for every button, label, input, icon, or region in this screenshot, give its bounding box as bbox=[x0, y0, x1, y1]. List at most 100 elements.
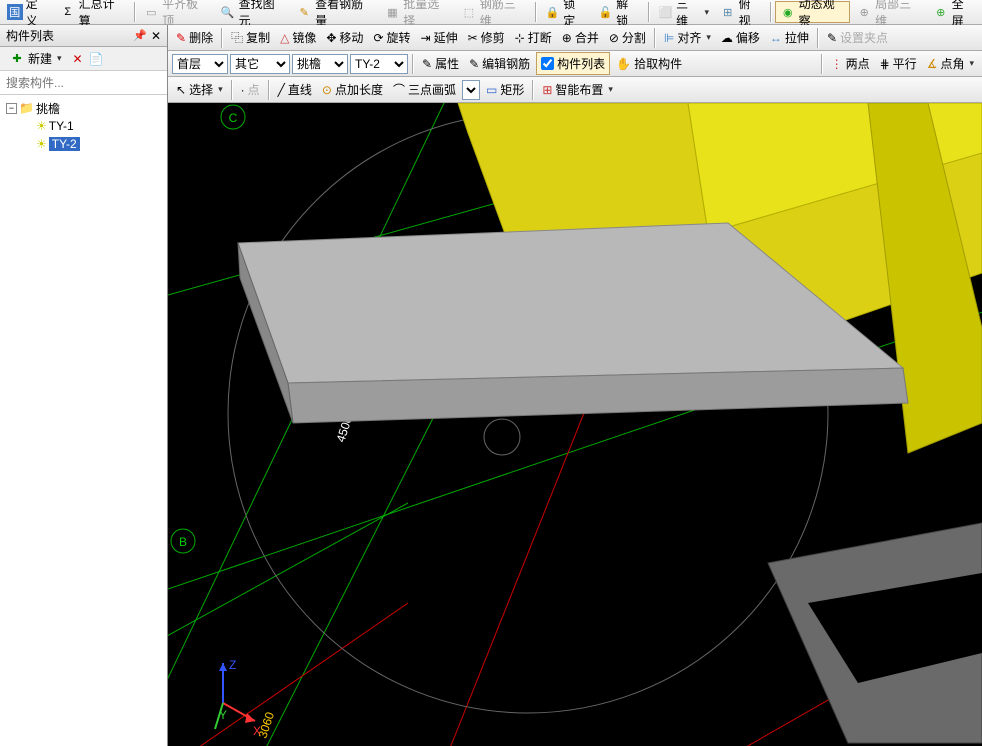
break-icon: ⊹ bbox=[515, 31, 525, 45]
smart-button[interactable]: ⊞智能布置 bbox=[538, 79, 617, 101]
label: 复制 bbox=[246, 29, 270, 46]
pointangle-button[interactable]: ∡点角 bbox=[923, 53, 978, 75]
delete-button[interactable]: ✎删除 bbox=[172, 27, 217, 49]
copy-icon: ⿻ bbox=[231, 29, 243, 46]
floor-select[interactable]: 首层 bbox=[172, 54, 228, 74]
unlock-button[interactable]: 🔓解锁 bbox=[593, 1, 645, 23]
delete-component-icon[interactable]: ✕ bbox=[73, 52, 83, 66]
define-button[interactable]: 国定义 bbox=[2, 1, 54, 23]
view3d-button[interactable]: ⬜三维 bbox=[653, 1, 714, 23]
props-button[interactable]: ✎属性 bbox=[418, 53, 463, 75]
point-button[interactable]: ·点 bbox=[237, 79, 264, 101]
align-icon: ⊫ bbox=[664, 31, 674, 45]
threearc-button[interactable]: ⌒三点画弧 bbox=[389, 79, 460, 101]
arclen-icon: ⊙ bbox=[322, 83, 332, 97]
lock-button[interactable]: 🔒锁定 bbox=[540, 1, 592, 23]
search-icon: 🔍 bbox=[220, 4, 236, 20]
type-select[interactable]: 其它 bbox=[230, 54, 290, 74]
search-input[interactable] bbox=[2, 74, 165, 92]
complist-toggle[interactable]: 构件列表 bbox=[536, 52, 610, 75]
label: 打断 bbox=[528, 29, 552, 46]
tree-root-label: 挑檐 bbox=[36, 100, 60, 117]
separator bbox=[535, 2, 537, 22]
label: 矩形 bbox=[500, 81, 524, 98]
merge-button[interactable]: ⊕合并 bbox=[558, 27, 603, 49]
select-button[interactable]: ↖选择 bbox=[172, 79, 227, 101]
node-icon: ☀ bbox=[36, 119, 47, 133]
pin-icon[interactable]: 📌 bbox=[133, 29, 147, 43]
findview-button[interactable]: 🔍查找图元 bbox=[215, 1, 290, 23]
collapse-icon[interactable]: − bbox=[6, 103, 17, 114]
label: 属性 bbox=[435, 55, 459, 72]
edit-toolbar: ✎删除 ⿻复制 △镜像 ✥移动 ⟳旋转 ⇥延伸 ✂修剪 ⊹打断 ⊕合并 ⊘分割 … bbox=[168, 25, 982, 51]
close-panel-icon[interactable]: ✕ bbox=[151, 29, 161, 43]
new-icon: ✚ bbox=[9, 51, 25, 67]
aligntop-button[interactable]: ▭平齐板顶 bbox=[139, 1, 214, 23]
label: 拉伸 bbox=[785, 29, 809, 46]
axis-c-label: C bbox=[229, 111, 238, 125]
arc-select[interactable] bbox=[462, 80, 480, 100]
stretch-button[interactable]: ↔拉伸 bbox=[766, 27, 813, 49]
tree-item-label: TY-1 bbox=[49, 119, 74, 133]
component-tree: − 📁 挑檐 ☀ TY-1 ☀ TY-2 bbox=[0, 95, 167, 746]
rotate-button[interactable]: ⟳旋转 bbox=[369, 27, 414, 49]
orbit-button[interactable]: ◉动态观察 bbox=[775, 1, 850, 23]
new-component-button[interactable]: ✚新建 bbox=[4, 48, 67, 70]
tree-item[interactable]: ☀ TY-2 bbox=[2, 135, 165, 153]
label: 智能布置 bbox=[555, 81, 603, 98]
label: 修剪 bbox=[481, 29, 505, 46]
pick-button[interactable]: ✋拾取构件 bbox=[612, 53, 686, 75]
copy-button[interactable]: ⿻复制 bbox=[227, 27, 274, 49]
arclen-button[interactable]: ⊙点加长度 bbox=[318, 79, 387, 101]
copy-component-icon[interactable]: 📄 bbox=[89, 52, 104, 66]
tree-item[interactable]: ☀ TY-1 bbox=[2, 117, 165, 135]
topview-icon: ⊞ bbox=[720, 4, 736, 20]
line-button[interactable]: ╱直线 bbox=[274, 79, 316, 101]
label: 分割 bbox=[622, 29, 646, 46]
rebar3d-button[interactable]: ⬚钢筋三维 bbox=[456, 1, 531, 23]
move-icon: ✥ bbox=[326, 31, 336, 45]
mirror-icon: △ bbox=[280, 31, 289, 45]
editrebar-button[interactable]: ✎编辑钢筋 bbox=[465, 53, 534, 75]
sumcalc-button[interactable]: Σ汇总计算 bbox=[55, 1, 130, 23]
separator bbox=[770, 2, 772, 22]
gizmo-y: Y bbox=[219, 708, 227, 722]
fullscreen-icon: ⊕ bbox=[933, 4, 949, 20]
viewrebar-button[interactable]: ✎查看钢筋量 bbox=[291, 1, 378, 23]
delete-icon: ✎ bbox=[176, 31, 186, 45]
trim-icon: ✂ bbox=[468, 31, 478, 45]
batchsel-button[interactable]: ▦批量选择 bbox=[380, 1, 455, 23]
rect-button[interactable]: ▭矩形 bbox=[482, 79, 528, 101]
local3d-button[interactable]: ⊕局部三维 bbox=[851, 1, 926, 23]
twopoint-button[interactable]: ⋮两点 bbox=[827, 53, 874, 75]
topview-button[interactable]: ⊞俯视 bbox=[715, 1, 767, 23]
move-button[interactable]: ✥移动 bbox=[322, 27, 367, 49]
tree-root[interactable]: − 📁 挑檐 bbox=[2, 99, 165, 117]
separator bbox=[654, 28, 656, 48]
component-select[interactable]: TY-2 bbox=[350, 54, 408, 74]
label: 点加长度 bbox=[335, 81, 383, 98]
parallel-button[interactable]: ⋕平行 bbox=[876, 53, 921, 75]
parallel-icon: ⋕ bbox=[880, 57, 890, 71]
local3d-icon: ⊕ bbox=[856, 4, 872, 20]
align-button[interactable]: ⊫对齐 bbox=[660, 27, 715, 49]
mirror-button[interactable]: △镜像 bbox=[276, 27, 320, 49]
point-icon: · bbox=[241, 83, 245, 97]
separator bbox=[231, 80, 233, 100]
setgrip-button[interactable]: ✎设置夹点 bbox=[823, 27, 892, 49]
break-button[interactable]: ⊹打断 bbox=[511, 27, 556, 49]
extend-button[interactable]: ⇥延伸 bbox=[417, 27, 462, 49]
gizmo-z: Z bbox=[229, 658, 236, 672]
context-toolbar: 首层 其它 挑檐 TY-2 ✎属性 ✎编辑钢筋 构件列表 ✋拾取构件 ⋮两点 ⋕… bbox=[168, 51, 982, 77]
category-select[interactable]: 挑檐 bbox=[292, 54, 348, 74]
arc-icon: ⌒ bbox=[393, 81, 405, 98]
separator bbox=[134, 2, 136, 22]
trim-button[interactable]: ✂修剪 bbox=[464, 27, 509, 49]
split-button[interactable]: ⊘分割 bbox=[605, 27, 650, 49]
sigma-icon: Σ bbox=[60, 4, 76, 20]
offset-button[interactable]: ☁偏移 bbox=[717, 27, 764, 49]
fullscreen-button[interactable]: ⊕全屏 bbox=[928, 1, 980, 23]
label: 三点画弧 bbox=[408, 81, 456, 98]
complist-checkbox[interactable] bbox=[541, 57, 554, 70]
viewport-3d[interactable]: C B 860 4500 3060 bbox=[168, 103, 982, 746]
